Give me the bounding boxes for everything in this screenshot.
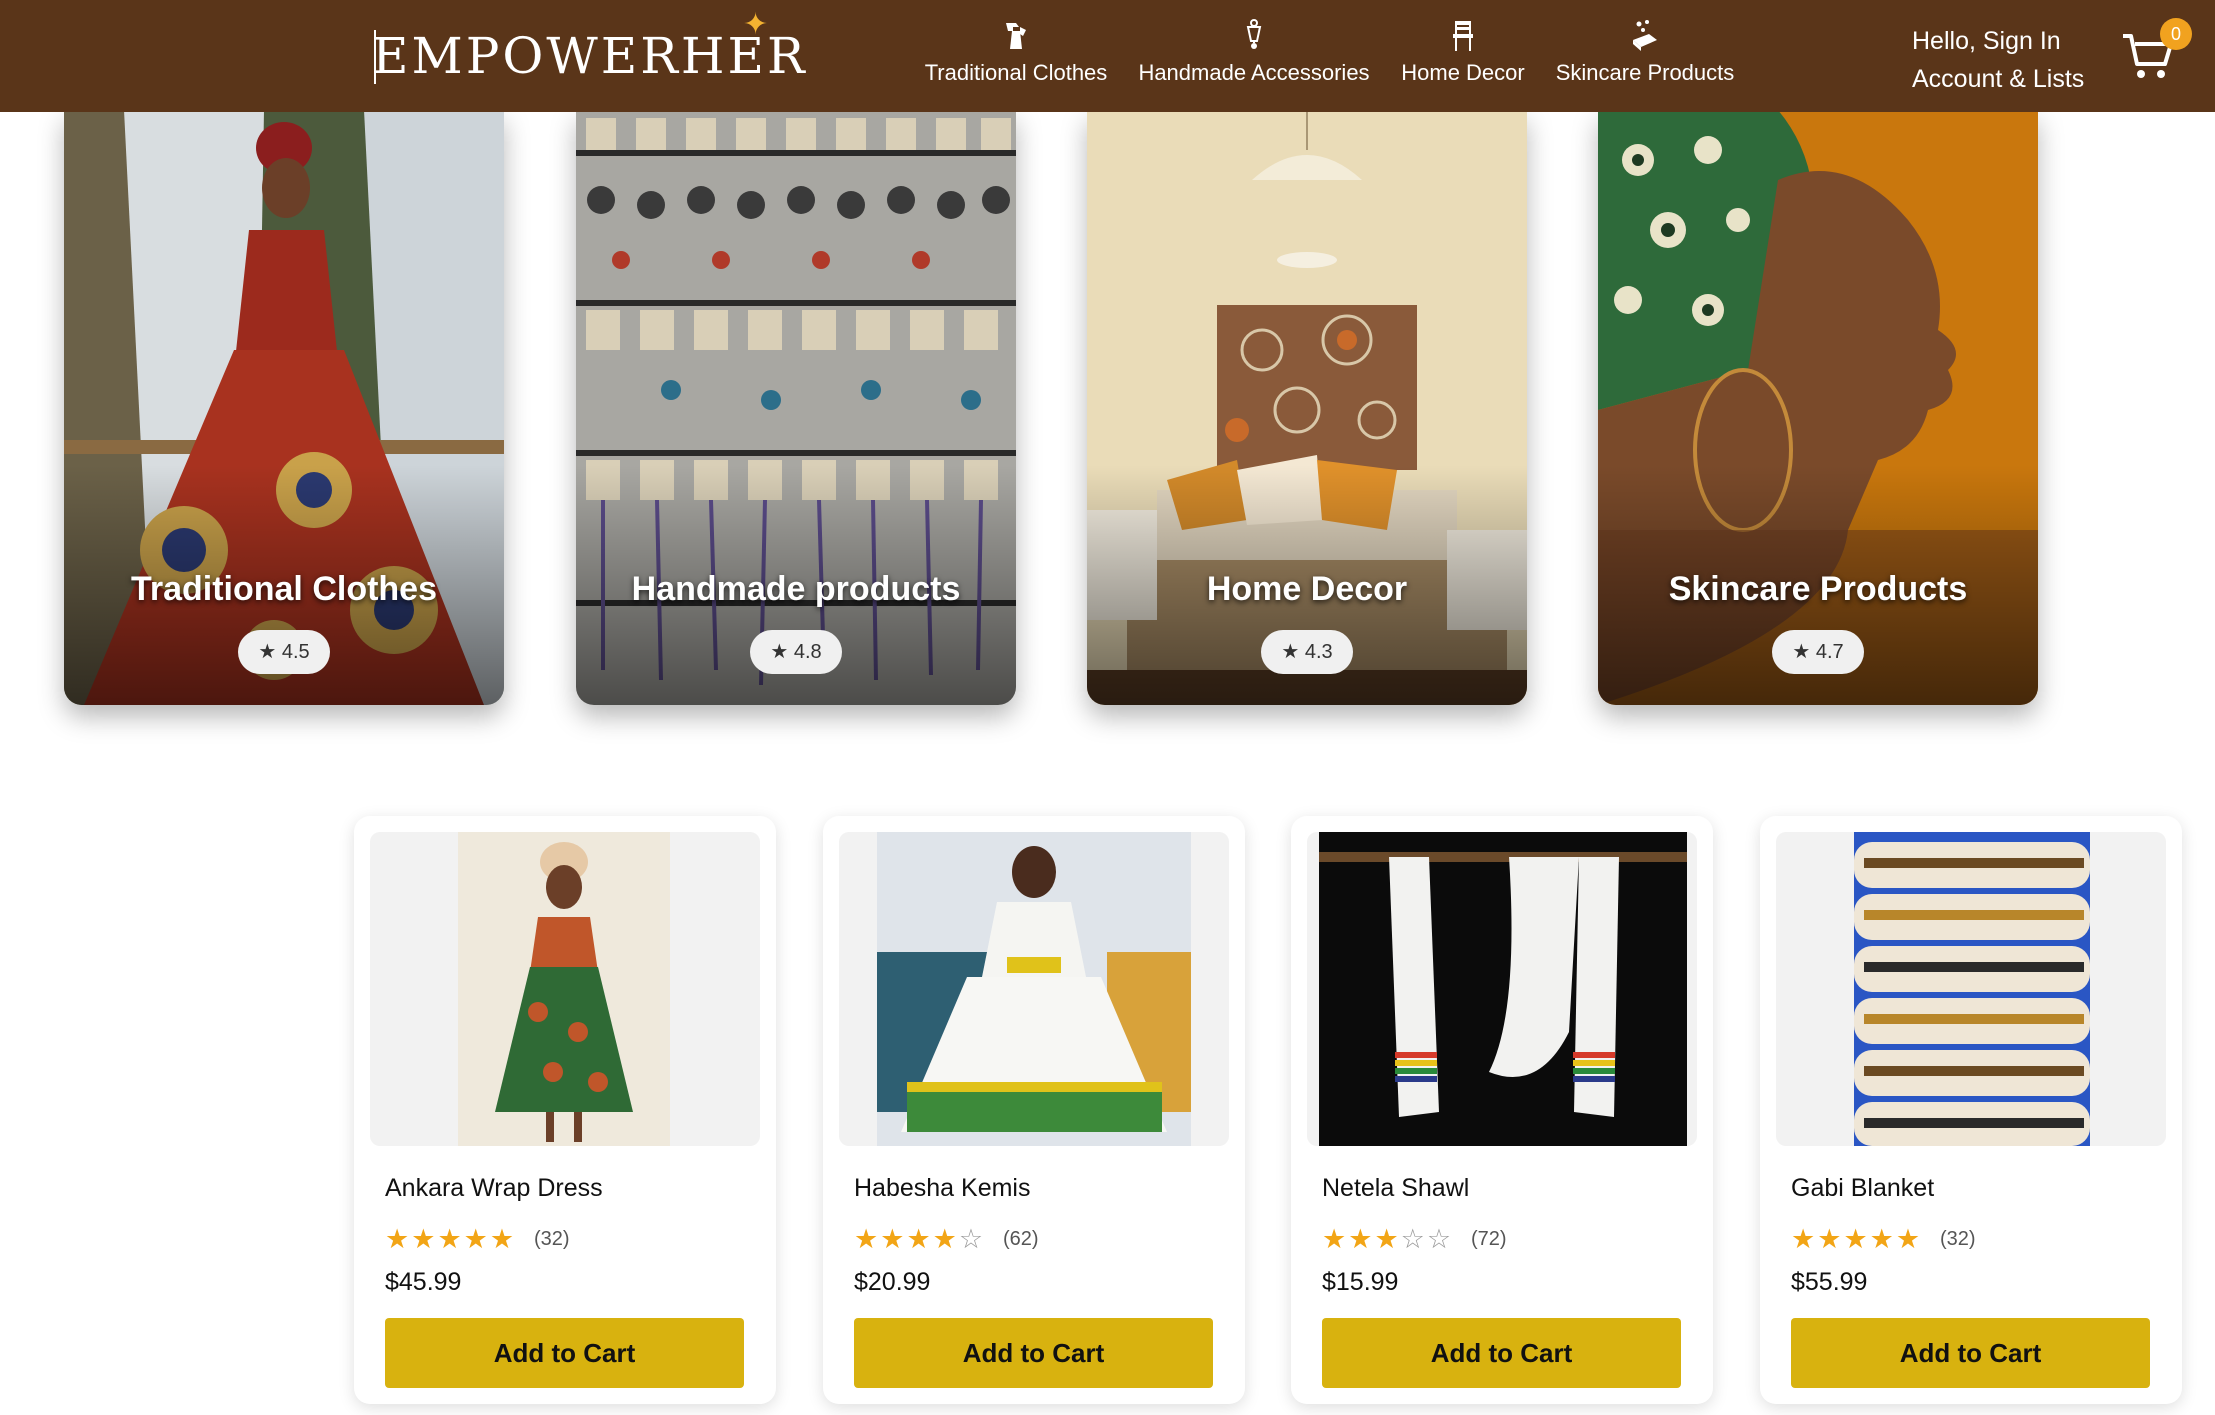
star-filled-icon: ★ [463, 1224, 490, 1254]
nav-home-decor[interactable]: Home Decor [1398, 18, 1528, 98]
product-card-netela-shawl: Netela Shawl ★★★☆☆ (72) $15.99 Add to Ca… [1291, 816, 1713, 1404]
product-price: $55.99 [1791, 1268, 1868, 1296]
ankara-wrap-dress-image [458, 832, 670, 1146]
star-filled-icon: ★ [385, 1224, 412, 1254]
star-filled-icon: ★ [411, 1224, 438, 1254]
category-card-handmade-products[interactable]: Handmade products ★ 4.8 [576, 110, 1016, 705]
product-image-frame[interactable] [839, 832, 1229, 1146]
star-filled-icon: ★ [1348, 1224, 1375, 1254]
category-title: Home Decor [1206, 570, 1408, 608]
product-price: $15.99 [1322, 1268, 1399, 1296]
nav-skincare-products[interactable]: Skincare Products [1552, 18, 1738, 98]
product-review-count: (62) [1003, 1228, 1039, 1250]
product-review-count: (72) [1471, 1228, 1507, 1250]
account-greeting: Hello, Sign In [1912, 27, 2061, 55]
add-to-cart-button[interactable]: Add to Cart [854, 1318, 1213, 1388]
product-name[interactable]: Netela Shawl [1322, 1174, 1469, 1203]
gabi-blanket-image [1854, 832, 2090, 1146]
product-review-count: (32) [1940, 1228, 1976, 1250]
product-price: $45.99 [385, 1268, 462, 1296]
product-card-gabi-blanket: Gabi Blanket ★★★★★ (32) $55.99 Add to Ca… [1760, 816, 2182, 1404]
category-card-traditional-clothes[interactable]: Traditional Clothes ★ 4.5 [64, 110, 504, 705]
star-filled-icon: ★ [906, 1224, 933, 1254]
product-star-rating: ★★★★★ [385, 1224, 516, 1254]
cart-count-badge: 0 [2160, 18, 2192, 50]
star-filled-icon: ★ [932, 1224, 959, 1254]
star-filled-icon: ★ [1843, 1224, 1870, 1254]
category-card-home-decor[interactable]: Home Decor ★ 4.3 [1087, 110, 1527, 705]
star-filled-icon: ★ [1322, 1224, 1349, 1254]
nav-label: Handmade Accessories [1138, 60, 1370, 85]
nav-label: Home Decor [1401, 60, 1525, 85]
soap-icon [1633, 20, 1657, 51]
nav-label: Skincare Products [1555, 60, 1735, 85]
account-lists: Account & Lists [1912, 65, 2085, 93]
star-empty-icon: ☆ [1400, 1224, 1427, 1254]
netela-shawl-image [1319, 832, 1687, 1146]
product-card-habesha-kemis: Habesha Kemis ★★★★☆ (62) $20.99 Add to C… [823, 816, 1245, 1404]
product-star-rating: ★★★★★ [1791, 1224, 1922, 1254]
nav-traditional-clothes[interactable]: Traditional Clothes [918, 18, 1114, 98]
chair-icon [1453, 21, 1473, 51]
product-name[interactable]: Ankara Wrap Dress [385, 1174, 603, 1203]
star-filled-icon: ★ [854, 1224, 881, 1254]
nav-handmade-accessories[interactable]: Handmade Accessories [1136, 18, 1372, 98]
product-review-count: (32) [534, 1228, 570, 1250]
product-price: $20.99 [854, 1268, 931, 1296]
product-star-rating: ★★★★☆ [854, 1224, 985, 1254]
product-name[interactable]: Habesha Kemis [854, 1174, 1030, 1203]
category-card-skincare-products[interactable]: Skincare Products ★ 4.7 [1598, 110, 2038, 705]
product-image-frame[interactable] [1307, 832, 1697, 1146]
top-navigation-bar: EMPOWERHER ✦ Traditional Clothes Handmad… [0, 0, 2215, 112]
star-filled-icon: ★ [1791, 1224, 1818, 1254]
product-image-frame[interactable] [370, 832, 760, 1146]
category-title: Skincare Products [1668, 570, 1968, 608]
category-title: Traditional Clothes [130, 570, 438, 608]
product-name[interactable]: Gabi Blanket [1791, 1174, 1934, 1203]
add-to-cart-button[interactable]: Add to Cart [1791, 1318, 2150, 1388]
nav-label: Traditional Clothes [924, 60, 1108, 85]
star-filled-icon: ★ [880, 1224, 907, 1254]
product-star-rating: ★★★☆☆ [1322, 1224, 1453, 1254]
category-rating-badge: ★ 4.5 [238, 630, 330, 674]
category-rating-badge: ★ 4.8 [750, 630, 842, 674]
category-title: Handmade products [631, 570, 961, 608]
star-empty-icon: ☆ [1426, 1224, 1454, 1254]
star-filled-icon: ★ [1869, 1224, 1896, 1254]
product-image-frame[interactable] [1776, 832, 2166, 1146]
habesha-kemis-image [877, 832, 1191, 1146]
product-card-ankara-wrap-dress: Ankara Wrap Dress ★★★★★ (32) $45.99 Add … [354, 816, 776, 1404]
sparkle-icon: ✦ [743, 8, 769, 41]
category-rating-badge: ★ 4.7 [1772, 630, 1864, 674]
account-menu[interactable]: Hello, Sign In Account & Lists [1912, 22, 2084, 98]
star-filled-icon: ★ [1895, 1224, 1923, 1254]
earring-icon [1246, 19, 1262, 49]
add-to-cart-button[interactable]: Add to Cart [1322, 1318, 1681, 1388]
star-empty-icon: ☆ [958, 1224, 986, 1254]
dress-icon [1006, 23, 1026, 49]
star-filled-icon: ★ [437, 1224, 464, 1254]
star-filled-icon: ★ [1817, 1224, 1844, 1254]
star-filled-icon: ★ [489, 1224, 517, 1254]
category-rating-badge: ★ 4.3 [1261, 630, 1353, 674]
add-to-cart-button[interactable]: Add to Cart [385, 1318, 744, 1388]
star-filled-icon: ★ [1374, 1224, 1401, 1254]
